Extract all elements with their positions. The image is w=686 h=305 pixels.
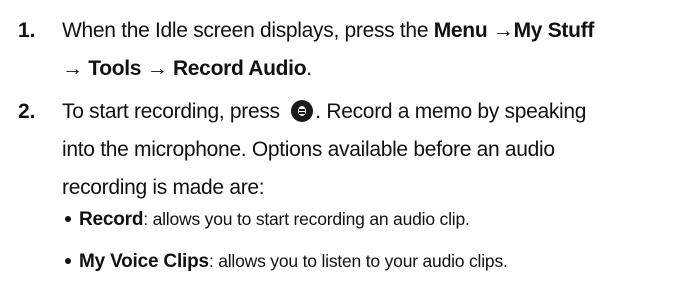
step-2-intro: To start recording, press [62,100,286,123]
list-item: Record: allows you to start recording an… [63,198,673,240]
step-text: When the Idle screen displays, press the… [62,12,678,88]
options-list: Record: allows you to start recording an… [63,198,673,282]
option-description: : allows you to listen to your audio cli… [208,251,508,271]
manual-page: 1. When the Idle screen displays, press … [0,0,686,305]
record-key-icon-glyph [298,106,307,116]
option-description: : allows you to start recording an audio… [143,209,470,229]
record-key-icon [291,100,314,122]
bullet-icon [65,258,71,264]
step-2-line1-end: . Record a memo by speaking [315,100,587,123]
option-term: Record [79,209,144,230]
step-1-period: . [306,57,312,80]
bullet-icon [65,216,71,222]
step-1-intro: When the Idle screen displays, press the [62,19,434,42]
step-number: 1. [18,19,36,42]
menu-path-second: → Tools → Record Audio [62,57,307,80]
step-2-line2: into the microphone. Options available b… [62,138,555,161]
menu-path-first: Menu →My Stuff [433,19,595,42]
step-2-line3: recording is made are: [62,176,265,199]
list-item: My Voice Clips: allows you to listen to … [63,240,673,282]
option-term: My Voice Clips [79,251,209,272]
step-text: To start recording, press . Record a mem… [62,93,678,207]
step-number: 2. [18,100,36,123]
